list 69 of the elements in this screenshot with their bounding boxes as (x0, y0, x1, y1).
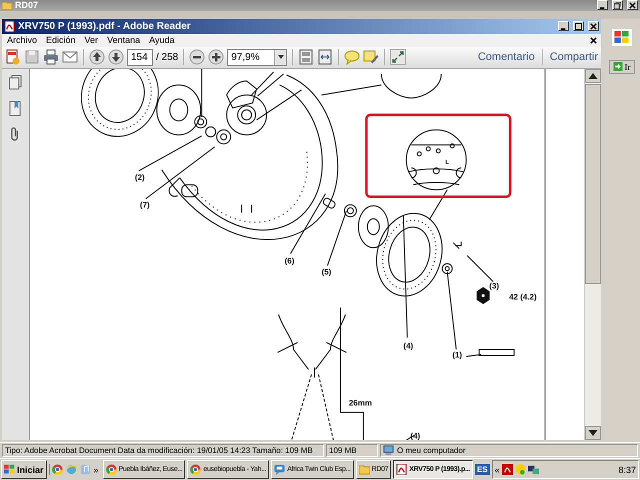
callout-label: (4) (403, 341, 414, 350)
page-total: / 258 (156, 52, 178, 63)
printer-icon[interactable] (43, 49, 59, 66)
status-text: Tipo: Adobe Acrobat Document Data da modificación: 19/01/05 14:23 Tamaño: 109 MB (2, 444, 324, 458)
maximize-icon (575, 22, 582, 30)
scroll-thumb[interactable] (585, 84, 601, 284)
zoom-out-icon[interactable] (189, 49, 206, 66)
location-text: O meu computador (397, 446, 466, 456)
pages-icon[interactable] (9, 74, 22, 90)
toolbar-link[interactable]: Comentario (478, 51, 535, 64)
maximize-button[interactable] (573, 21, 584, 32)
close-icon (590, 22, 597, 30)
page-number-field[interactable]: 154 (127, 48, 153, 66)
pdf-icon (396, 464, 408, 476)
clock: 8:37 (618, 464, 636, 475)
arrow-icon (612, 62, 622, 72)
network-icon[interactable] (528, 464, 539, 476)
folder-icon (358, 464, 370, 476)
start-button[interactable]: Iniciar (1, 460, 47, 480)
create-pdf-icon[interactable] (5, 49, 21, 66)
toolbar-link[interactable]: Compartir (550, 51, 598, 64)
zoom-in-icon[interactable] (208, 49, 224, 66)
menu-item[interactable]: Ayuda (149, 35, 174, 46)
window-title: RD07 (15, 0, 38, 10)
note-pencil-icon[interactable] (363, 49, 380, 66)
callout-label: (2) (134, 172, 145, 182)
windows-logo-icon (4, 464, 15, 476)
close-button[interactable] (627, 0, 638, 10)
menu-item[interactable]: Archivo (7, 35, 38, 46)
email-icon[interactable] (62, 49, 78, 66)
browser-icon[interactable] (52, 464, 63, 476)
minimize-button[interactable] (597, 0, 608, 10)
comment-icon[interactable] (344, 49, 360, 66)
windows-logo-icon (612, 28, 632, 46)
go-button[interactable]: Ir (608, 60, 634, 74)
zoom-dropdown[interactable]: 97,9% (227, 48, 288, 66)
tray-expand-button[interactable]: « (494, 464, 500, 475)
fit-page-icon[interactable] (298, 49, 314, 66)
minimize-button[interactable] (558, 21, 569, 32)
window-title: XRV750 P (1993).pdf - Adobe Reader (18, 20, 191, 32)
browser-icon (190, 464, 202, 476)
menu-item[interactable]: Edición (46, 35, 76, 46)
menu-item[interactable]: Ventana (107, 35, 140, 46)
menu-item[interactable]: Ver (84, 35, 98, 46)
scrollbar[interactable] (584, 68, 601, 440)
close-icon (629, 2, 636, 9)
bookmark-icon[interactable] (9, 100, 22, 116)
callout-label: (4) (410, 431, 420, 440)
close-icon[interactable] (590, 36, 597, 44)
callout-label: (1) (452, 350, 462, 360)
callout-label: (5) (322, 267, 332, 276)
close-button[interactable] (588, 21, 599, 32)
fit-width-icon[interactable] (317, 49, 334, 66)
language-indicator[interactable]: ES (474, 464, 490, 476)
overflow-chevron[interactable]: » (94, 464, 99, 475)
caret-icon (278, 55, 284, 60)
callout-label: (7) (140, 200, 150, 210)
browser-icon (106, 464, 117, 476)
callout-label: (3) (489, 281, 500, 290)
callout-label: 26mm (348, 398, 372, 408)
restore-button[interactable] (612, 0, 623, 10)
callout-label: (6) (284, 256, 294, 266)
expand-icon[interactable] (390, 49, 406, 66)
callout-label: 42 (4.2) (509, 292, 537, 302)
restore-icon (614, 2, 621, 9)
file-size: 109 MB (326, 444, 378, 458)
pdf-icon (4, 20, 15, 32)
pdf-icon[interactable] (502, 464, 513, 476)
chat-icon (274, 464, 286, 476)
